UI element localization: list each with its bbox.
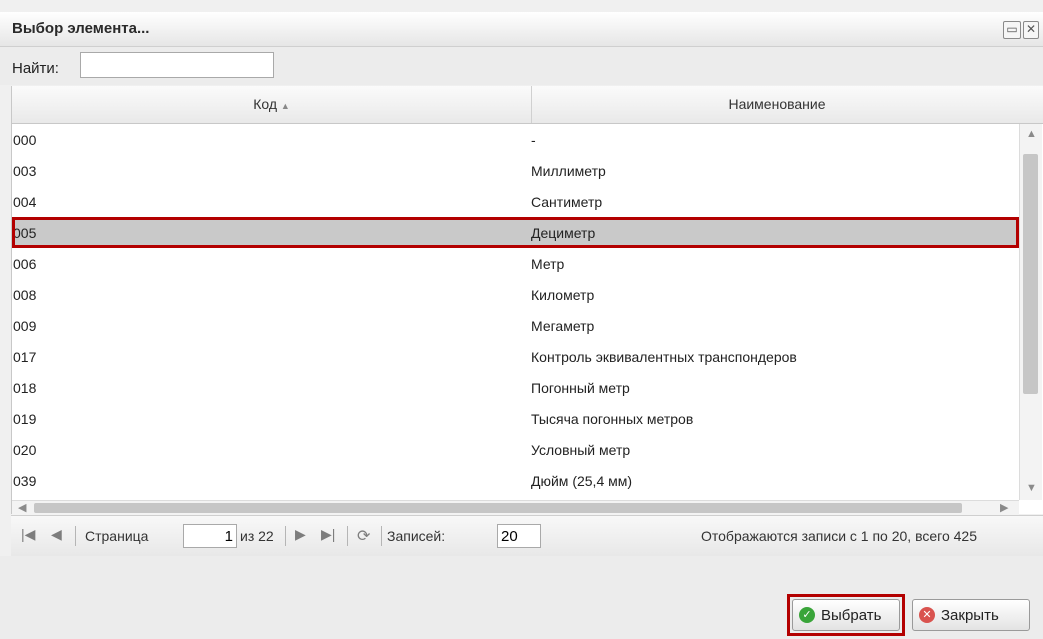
cell-name: Погонный метр	[531, 380, 630, 396]
table-row[interactable]: 020 Условный метр	[12, 434, 1019, 465]
prev-page-icon[interactable]: ◀	[51, 526, 62, 543]
separator	[75, 526, 76, 546]
separator	[285, 526, 286, 546]
table-row[interactable]: 006 Метр	[12, 248, 1019, 279]
table-row[interactable]: 005 Дециметр	[12, 217, 1019, 248]
dialog-title: Выбор элемента...	[12, 20, 150, 37]
cell-code: 000	[13, 132, 37, 148]
cell-code: 009	[13, 318, 37, 334]
column-header-label: Код	[253, 96, 277, 112]
maximize-icon[interactable]: ▭	[1003, 21, 1021, 39]
table-row[interactable]: 008 Километр	[12, 279, 1019, 310]
table-row[interactable]: 039 Дюйм (25,4 мм)	[12, 465, 1019, 496]
dialog-window: Выбор элемента... ▭ ✕ Найти: Код ▲ Наиме…	[0, 0, 1043, 639]
scroll-left-icon[interactable]: ◀	[18, 501, 26, 514]
close-button[interactable]: ✕ Закрыть	[912, 599, 1030, 631]
separator	[347, 526, 348, 546]
table-row[interactable]: 000 -	[12, 124, 1019, 155]
selected-row-highlight	[12, 217, 1019, 248]
cell-name: Миллиметр	[531, 163, 606, 179]
grid-body: 000-003 Миллиметр 004 Сантиметр 005 Дециметр 0…	[12, 124, 1019, 500]
column-header-code[interactable]: Код ▲	[12, 86, 532, 123]
cell-code: 019	[13, 411, 37, 427]
cell-name: Условный метр	[531, 442, 631, 458]
title-bar: Выбор элемента... ▭ ✕	[0, 12, 1043, 47]
sort-asc-icon: ▲	[280, 101, 290, 111]
paging-summary: Отображаются записи с 1 по 20, всего 425	[701, 528, 977, 544]
table-row[interactable]: 004 Сантиметр	[12, 186, 1019, 217]
page-label: Страница	[85, 528, 149, 544]
cell-code: 020	[13, 442, 37, 458]
table-row[interactable]: 019 Тысяча погонных метров	[12, 403, 1019, 434]
column-header-name[interactable]: Наименование	[532, 86, 1022, 123]
vertical-scroll-thumb[interactable]	[1023, 154, 1038, 394]
close-button-label: Закрыть	[941, 607, 999, 624]
search-input[interactable]	[80, 52, 274, 78]
search-bar: Найти:	[0, 47, 1043, 85]
horizontal-scroll-thumb[interactable]	[34, 503, 962, 513]
cell-name: -	[531, 132, 536, 148]
cell-code: 006	[13, 256, 37, 272]
vertical-scrollbar[interactable]: ▲ ▼	[1019, 124, 1042, 500]
separator	[381, 526, 382, 546]
refresh-icon[interactable]: ⟳	[357, 526, 370, 546]
cell-code: 004	[13, 194, 37, 210]
page-count-label: из 22	[240, 528, 274, 544]
cell-name: Мегаметр	[531, 318, 595, 334]
next-page-icon[interactable]: ▶	[295, 526, 306, 543]
records-label: Записей:	[387, 528, 446, 544]
table-row[interactable]: 018 Погонный метр	[12, 372, 1019, 403]
cancel-icon: ✕	[919, 607, 935, 623]
scroll-right-icon[interactable]: ▶	[1000, 501, 1008, 514]
table-row[interactable]: 017 Контроль эквивалентных транспондеров	[12, 341, 1019, 372]
cell-code: 039	[13, 473, 37, 489]
cell-code: 008	[13, 287, 37, 303]
last-page-icon[interactable]: ▶|	[321, 526, 335, 543]
dialog-footer: ✓ Выбрать ✕ Закрыть	[0, 556, 1043, 639]
cell-name: Контроль эквивалентных транспондеров	[531, 349, 797, 365]
cell-code: 003	[13, 163, 37, 179]
check-icon: ✓	[799, 607, 815, 623]
cell-code: 017	[13, 349, 37, 365]
data-grid: Код ▲ Наименование 000 - 003 Миллиметр 004 Са…	[11, 86, 1043, 515]
scroll-up-icon[interactable]: ▲	[1026, 128, 1037, 140]
table-row[interactable]: 003 Миллиметр	[12, 155, 1019, 186]
records-per-page-input[interactable]	[497, 524, 541, 548]
search-label: Найти:	[12, 60, 59, 77]
table-row[interactable]: 009 Мегаметр	[12, 310, 1019, 341]
scroll-down-icon[interactable]: ▼	[1026, 482, 1037, 494]
cell-code: 018	[13, 380, 37, 396]
select-button[interactable]: ✓ Выбрать	[792, 599, 900, 631]
first-page-icon[interactable]: |◀	[21, 526, 35, 543]
grid-header: Код ▲ Наименование	[12, 86, 1043, 124]
horizontal-scrollbar[interactable]: ◀ ▶	[12, 500, 1019, 515]
page-number-input[interactable]	[183, 524, 237, 548]
cell-name: Дюйм (25,4 мм)	[531, 473, 633, 489]
cell-name: Километр	[531, 287, 595, 303]
close-icon[interactable]: ✕	[1023, 21, 1039, 39]
cell-name: Сантиметр	[531, 194, 603, 210]
paging-toolbar: |◀ ◀ Страница из 22 ▶ ▶| ⟳ Записей: Отоб…	[11, 515, 1043, 557]
cell-name: Метр	[531, 256, 565, 272]
cell-name: Тысяча погонных метров	[531, 411, 694, 427]
select-button-label: Выбрать	[821, 607, 882, 624]
column-header-label: Наименование	[728, 96, 826, 112]
